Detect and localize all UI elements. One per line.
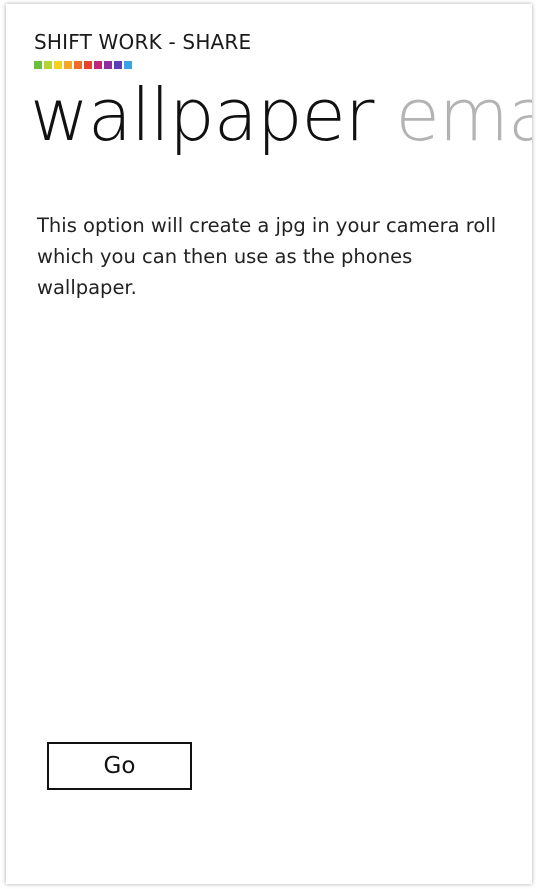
color-swatch: [34, 61, 42, 69]
go-button[interactable]: Go: [47, 742, 192, 790]
color-swatch: [124, 61, 132, 69]
color-swatch: [64, 61, 72, 69]
description-text: This option will create a jpg in your ca…: [37, 214, 497, 299]
color-swatch: [44, 61, 52, 69]
pivot-headers: wallpaper ema: [30, 70, 532, 160]
color-swatch: [104, 61, 112, 69]
phone-screen: SHIFT WORK - SHARE wallpaper ema This opt…: [6, 4, 532, 884]
color-swatch: [94, 61, 102, 69]
color-swatch: [84, 61, 92, 69]
pivot-header-email[interactable]: ema: [395, 70, 532, 160]
app-title: SHIFT WORK - SHARE: [34, 30, 252, 54]
color-swatch: [74, 61, 82, 69]
color-swatch: [54, 61, 62, 69]
pivot-header-wallpaper[interactable]: wallpaper: [30, 70, 374, 160]
color-strip: [34, 61, 132, 69]
color-swatch: [114, 61, 122, 69]
